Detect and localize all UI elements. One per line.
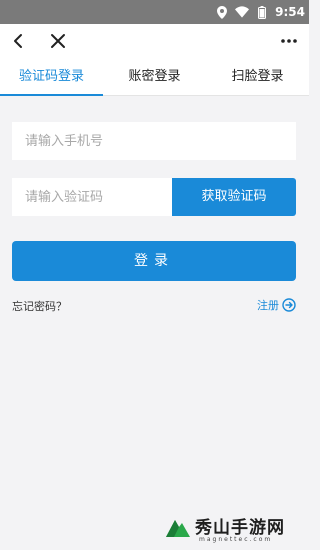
register-label: 注册 bbox=[257, 299, 279, 312]
active-tab-indicator bbox=[0, 94, 103, 96]
watermark-text: 秀山手游网 bbox=[195, 518, 285, 538]
battery-icon bbox=[255, 5, 269, 19]
status-time: 9:54 bbox=[275, 5, 305, 19]
get-code-button[interactable]: 获取验证码 bbox=[172, 178, 296, 216]
login-tabs: 验证码登录 账密登录 扫脸登录 bbox=[0, 58, 309, 96]
login-button[interactable]: 登录 bbox=[12, 241, 296, 281]
status-bar: 9:54 bbox=[0, 0, 309, 24]
close-icon[interactable] bbox=[49, 32, 67, 50]
location-icon bbox=[215, 5, 229, 19]
status-icons: 9:54 bbox=[215, 3, 305, 21]
nav-bar bbox=[0, 24, 309, 58]
forgot-password-link[interactable]: 忘记密码？ bbox=[12, 298, 67, 314]
phone-input[interactable] bbox=[12, 122, 296, 160]
verification-code-input[interactable] bbox=[12, 178, 172, 216]
back-icon[interactable] bbox=[10, 32, 28, 50]
mountain-logo-icon bbox=[165, 514, 191, 540]
site-watermark: 秀山手游网 magnettec.com bbox=[165, 510, 305, 546]
watermark-domain: magnettec.com bbox=[199, 536, 273, 543]
more-icon[interactable] bbox=[279, 32, 299, 50]
tab-sms-login[interactable]: 验证码登录 bbox=[0, 58, 103, 96]
tab-password-login[interactable]: 账密登录 bbox=[103, 58, 206, 96]
arrow-right-circle-icon bbox=[282, 298, 296, 312]
tab-face-login[interactable]: 扫脸登录 bbox=[206, 58, 309, 96]
register-link[interactable]: 注册 bbox=[257, 297, 296, 313]
wifi-icon bbox=[235, 5, 250, 19]
